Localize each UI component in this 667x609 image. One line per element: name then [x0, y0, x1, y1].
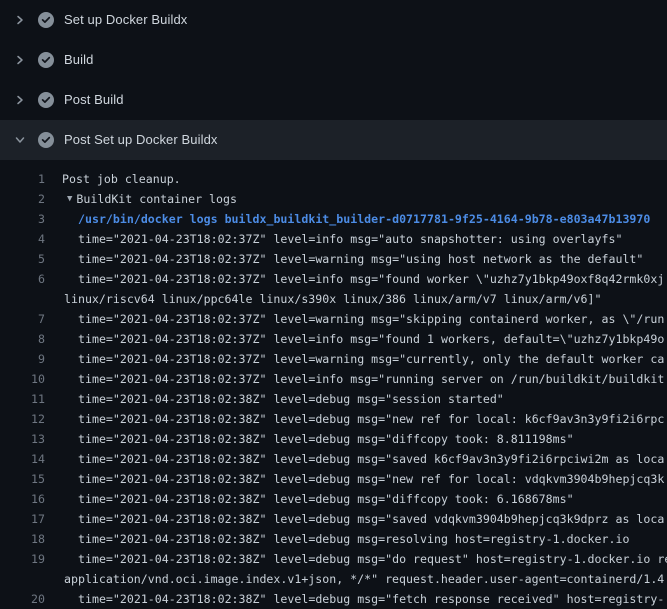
log-line-number[interactable]: 10 — [0, 369, 45, 389]
log-line: 9 time="2021-04-23T18:02:37Z" level=warn… — [0, 349, 667, 369]
log-line-number[interactable]: 12 — [0, 409, 45, 429]
log-line-number[interactable]: 18 — [0, 529, 45, 549]
log-line-text: time="2021-04-23T18:02:38Z" level=debug … — [78, 389, 504, 409]
check-circle-icon — [38, 92, 54, 108]
log-line: 10 time="2021-04-23T18:02:37Z" level=inf… — [0, 369, 667, 389]
step-row-1[interactable]: Build — [0, 40, 667, 80]
log-line-text: time="2021-04-23T18:02:38Z" level=debug … — [78, 509, 664, 529]
log-line-text: time="2021-04-23T18:02:38Z" level=debug … — [78, 409, 664, 429]
step-label: Post Build — [64, 92, 124, 108]
log-line-number[interactable]: 13 — [0, 429, 45, 449]
log-line: 15 time="2021-04-23T18:02:38Z" level=deb… — [0, 469, 667, 489]
log-line: 8 time="2021-04-23T18:02:37Z" level=info… — [0, 329, 667, 349]
log-line-number[interactable]: 2 — [0, 189, 45, 209]
log-line: 12 time="2021-04-23T18:02:38Z" level=deb… — [0, 409, 667, 429]
chevron-icon[interactable] — [12, 52, 28, 68]
log-line: 14 time="2021-04-23T18:02:38Z" level=deb… — [0, 449, 667, 469]
step-label: Post Set up Docker Buildx — [64, 132, 218, 148]
log-group-toggle-icon[interactable]: ▼ — [67, 189, 72, 209]
log-line: linux/riscv64 linux/ppc64le linux/s390x … — [0, 289, 667, 309]
chevron-right-icon — [14, 54, 26, 66]
log-line: 18 time="2021-04-23T18:02:38Z" level=deb… — [0, 529, 667, 549]
step-row-3[interactable]: Post Set up Docker Buildx — [0, 120, 667, 160]
log-line-number[interactable] — [0, 289, 45, 309]
log-line-number[interactable]: 17 — [0, 509, 45, 529]
log-line-text: time="2021-04-23T18:02:38Z" level=debug … — [78, 549, 667, 569]
step-label: Set up Docker Buildx — [64, 12, 187, 28]
log-line: 16 time="2021-04-23T18:02:38Z" level=deb… — [0, 489, 667, 509]
log-line: 6 time="2021-04-23T18:02:37Z" level=info… — [0, 269, 667, 289]
log-line: 2 ▼ BuildKit container logs — [0, 189, 667, 209]
log-line-text: time="2021-04-23T18:02:37Z" level=warnin… — [78, 349, 664, 369]
log-line-text: time="2021-04-23T18:02:37Z" level=warnin… — [78, 309, 664, 329]
log-line-number[interactable]: 1 — [0, 169, 45, 189]
log-line-text: time="2021-04-23T18:02:37Z" level=info m… — [78, 369, 664, 389]
log-line-number[interactable]: 20 — [0, 589, 45, 609]
log-line: 17 time="2021-04-23T18:02:38Z" level=deb… — [0, 509, 667, 529]
log-line-number[interactable]: 4 — [0, 229, 45, 249]
log-line-text: time="2021-04-23T18:02:37Z" level=info m… — [78, 229, 622, 249]
log-line: 3 /usr/bin/docker logs buildx_buildkit_b… — [0, 209, 667, 229]
log-line-number[interactable]: 9 — [0, 349, 45, 369]
log-line-text: time="2021-04-23T18:02:37Z" level=warnin… — [78, 249, 643, 269]
log-line: 19 time="2021-04-23T18:02:38Z" level=deb… — [0, 549, 667, 569]
log-line-number[interactable]: 3 — [0, 209, 45, 229]
log-line-text: time="2021-04-23T18:02:38Z" level=debug … — [78, 469, 664, 489]
step-row-2[interactable]: Post Build — [0, 80, 667, 120]
check-circle-icon — [38, 12, 54, 28]
log-line: 1 Post job cleanup. — [0, 169, 667, 189]
check-circle-icon — [38, 52, 54, 68]
log-line-text: time="2021-04-23T18:02:38Z" level=debug … — [78, 529, 629, 549]
step-row-0[interactable]: Set up Docker Buildx — [0, 0, 667, 40]
chevron-right-icon — [14, 14, 26, 26]
log-line-number[interactable]: 15 — [0, 469, 45, 489]
chevron-down-icon — [14, 134, 26, 146]
log-line: 5 time="2021-04-23T18:02:37Z" level=warn… — [0, 249, 667, 269]
log-line-text: time="2021-04-23T18:02:38Z" level=debug … — [78, 489, 574, 509]
log-line: application/vnd.oci.image.index.v1+json,… — [0, 569, 667, 589]
chevron-icon[interactable] — [12, 92, 28, 108]
log-line-text: time="2021-04-23T18:02:37Z" level=info m… — [78, 269, 664, 289]
steps-list: Set up Docker Buildx Build — [0, 0, 667, 160]
chevron-right-icon — [14, 94, 26, 106]
log-line: 13 time="2021-04-23T18:02:38Z" level=deb… — [0, 429, 667, 449]
log-line: 11 time="2021-04-23T18:02:38Z" level=deb… — [0, 389, 667, 409]
log-line: 7 time="2021-04-23T18:02:37Z" level=warn… — [0, 309, 667, 329]
log-line-text: application/vnd.oci.image.index.v1+json,… — [64, 569, 664, 589]
step-label: Build — [64, 52, 93, 68]
log-line-text: time="2021-04-23T18:02:38Z" level=debug … — [78, 449, 664, 469]
log-line-text: time="2021-04-23T18:02:38Z" level=debug … — [78, 429, 574, 449]
chevron-icon[interactable] — [12, 12, 28, 28]
log-line-text: time="2021-04-23T18:02:38Z" level=debug … — [78, 589, 664, 609]
check-circle-icon — [38, 132, 54, 148]
log-pane: 1 Post job cleanup. 2 ▼ BuildKit contain… — [0, 160, 667, 609]
log-line-number[interactable]: 14 — [0, 449, 45, 469]
log-line-number[interactable]: 5 — [0, 249, 45, 269]
log-line-number[interactable]: 7 — [0, 309, 45, 329]
log-line-number[interactable]: 11 — [0, 389, 45, 409]
log-line-number[interactable] — [0, 569, 45, 589]
log-line-text: Post job cleanup. — [62, 169, 181, 189]
log-line-text: time="2021-04-23T18:02:37Z" level=info m… — [78, 329, 664, 349]
chevron-icon[interactable] — [12, 132, 28, 148]
log-line-text: /usr/bin/docker logs buildx_buildkit_bui… — [78, 209, 650, 229]
log-line: 4 time="2021-04-23T18:02:37Z" level=info… — [0, 229, 667, 249]
log-line-number[interactable]: 19 — [0, 549, 45, 569]
log-line-number[interactable]: 8 — [0, 329, 45, 349]
log-line-number[interactable]: 16 — [0, 489, 45, 509]
log-line: 20 time="2021-04-23T18:02:38Z" level=deb… — [0, 589, 667, 609]
log-line-number[interactable]: 6 — [0, 269, 45, 289]
log-line-text: linux/riscv64 linux/ppc64le linux/s390x … — [64, 289, 601, 309]
log-line-text: BuildKit container logs — [76, 189, 237, 209]
